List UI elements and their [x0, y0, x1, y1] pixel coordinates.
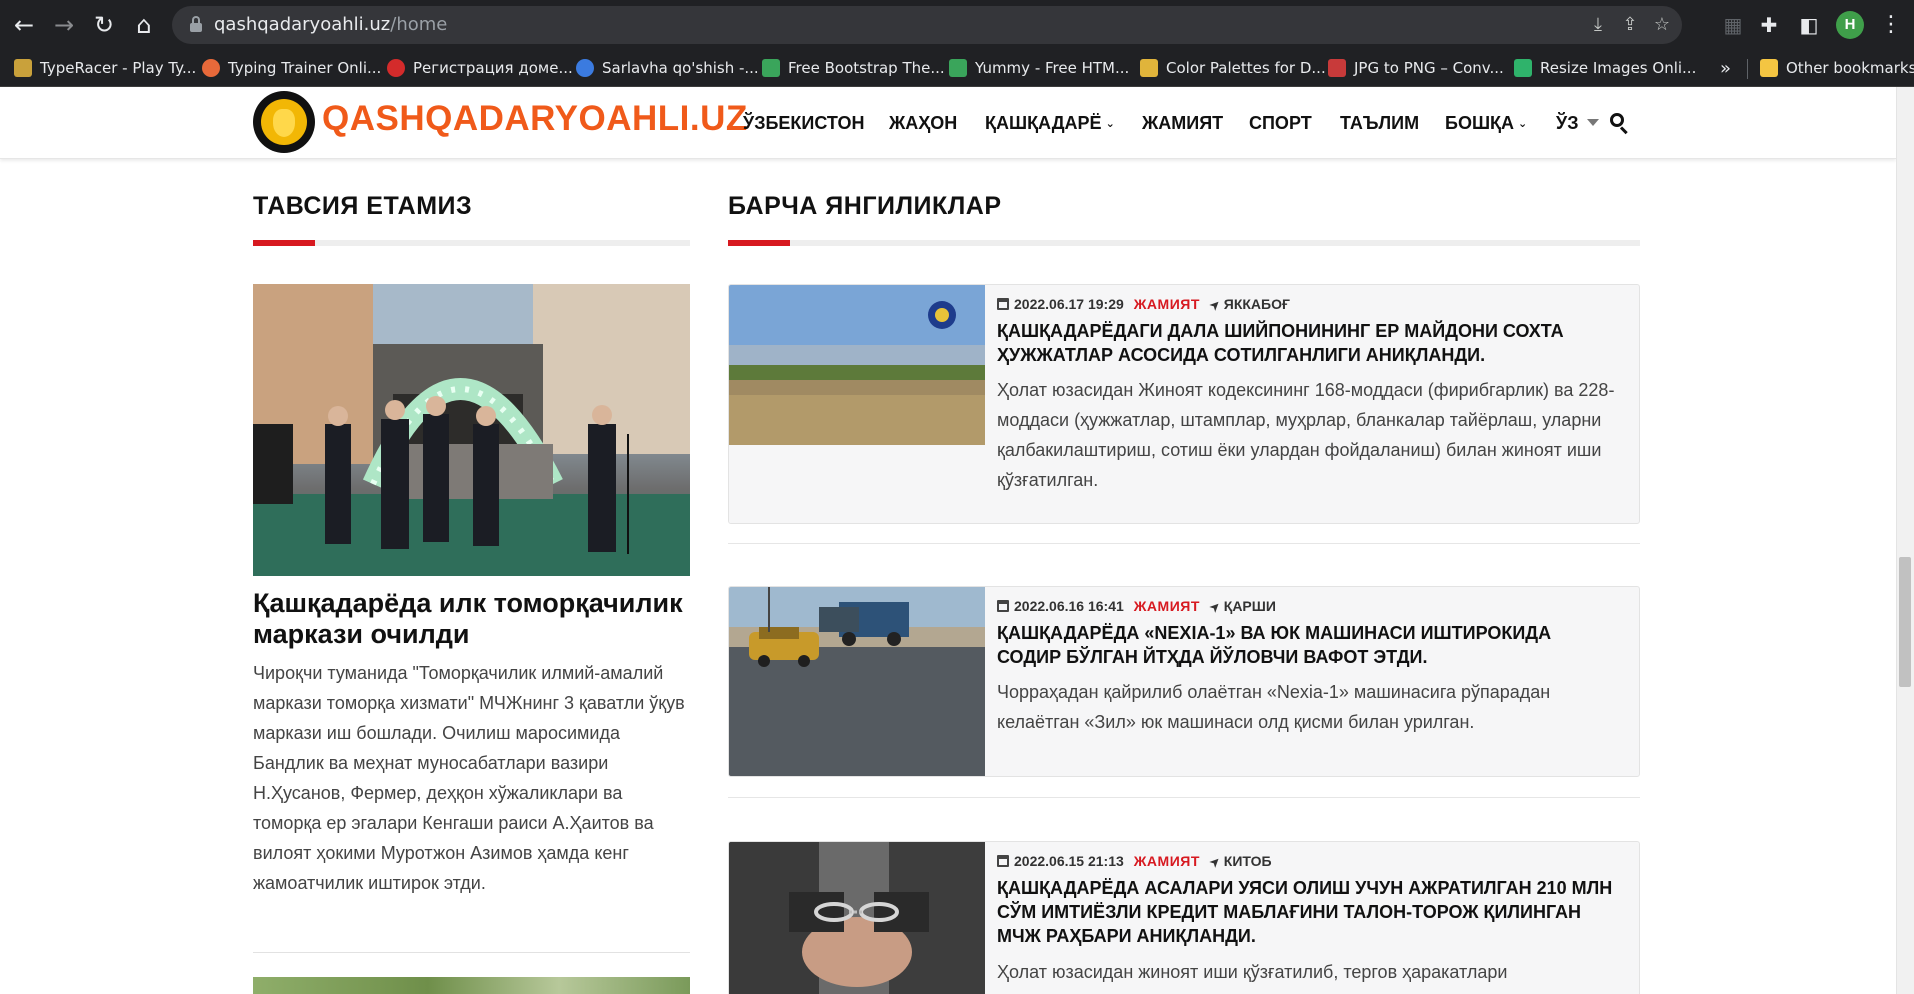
news-card[interactable]: 2022.06.16 16:41 ЖАМИЯТ ➤ҚАРШИ Қашқадарёда… [728, 586, 1640, 777]
bookmark-item[interactable]: Sarlavha qo'shish -... [576, 50, 759, 87]
lion-logo-icon[interactable] [253, 91, 315, 153]
calendar-icon [997, 600, 1009, 612]
bookmark-star-icon[interactable]: ☆ [1650, 13, 1674, 37]
calendar-icon [997, 298, 1009, 310]
location-link[interactable]: КИТОБ [1224, 853, 1272, 869]
news-meta: 2022.06.16 16:41 ЖАМИЯТ ➤ҚАРШИ [997, 598, 1276, 617]
address-bar[interactable]: qashqadaryoahli.uz/home ⤓ ⇪ ☆ [172, 6, 1682, 44]
nav-sport[interactable]: СПОРТ [1249, 87, 1312, 159]
search-icon[interactable] [1610, 113, 1630, 135]
back-arrow-icon[interactable]: ← [8, 9, 40, 41]
nav-uzbekistan[interactable]: ЎЗБЕКИСТОН [743, 87, 864, 159]
reload-icon[interactable]: ↻ [88, 9, 120, 41]
bookmark-item[interactable]: Color Palettes for D... [1140, 50, 1326, 87]
other-bookmarks[interactable]: Other bookmarks [1760, 50, 1914, 87]
bookmark-item[interactable]: Yummy - Free HTM... [949, 50, 1129, 87]
next-article-image[interactable] [253, 977, 690, 994]
nav-society[interactable]: ЖАМИЯТ [1142, 87, 1223, 159]
location-link[interactable]: ЯККАБОҒ [1224, 296, 1290, 312]
divider [728, 543, 1640, 544]
heading-underline [728, 240, 1640, 246]
more-bookmarks-chevron[interactable]: » [1720, 50, 1731, 87]
site-logo-text[interactable]: QASHQADARYOAHLI.UZ [322, 99, 748, 139]
heading-underline [253, 240, 690, 246]
side-panel-icon[interactable]: ◧ [1796, 12, 1822, 38]
bookmark-item[interactable]: Typing Trainer Onli... [202, 50, 381, 87]
extensions-puzzle-icon[interactable]: ✚ [1756, 12, 1782, 38]
news-thumbnail[interactable] [729, 842, 985, 994]
favicon-icon [1514, 59, 1532, 77]
install-app-icon[interactable]: ⤓ [1586, 13, 1610, 37]
forward-arrow-icon[interactable]: → [48, 9, 80, 41]
category-link[interactable]: ЖАМИЯТ [1134, 296, 1200, 312]
lock-icon[interactable] [190, 16, 202, 32]
news-excerpt: Чорраҳадан қайрилиб олаётган «Nexia-1» м… [997, 682, 1551, 732]
divider [728, 797, 1640, 798]
bookmark-item[interactable]: Resize Images Onli... [1514, 50, 1696, 87]
news-meta: 2022.06.15 21:13 ЖАМИЯТ ➤КИТОБ [997, 853, 1272, 872]
page-scrollbar[interactable] [1896, 87, 1914, 994]
extension-grid-icon[interactable]: ▦ [1720, 12, 1746, 38]
news-thumbnail[interactable] [729, 285, 985, 523]
browser-menu-icon[interactable]: ⋮ [1880, 11, 1902, 39]
nav-education[interactable]: ТАЪЛИМ [1340, 87, 1419, 159]
favicon-icon [762, 59, 780, 77]
news-title[interactable]: Қашқадарёда «Nexia-1» ва юк машинаси ишт… [997, 621, 1617, 669]
news-card[interactable]: 2022.06.17 19:29 ЖАМИЯТ ➤ЯККАБОҒ Қашқадарё… [728, 284, 1640, 524]
nav-world[interactable]: ЖАҲОН [889, 87, 957, 159]
divider [253, 952, 690, 953]
location-link[interactable]: ҚАРШИ [1224, 598, 1276, 614]
favicon-icon [1328, 59, 1346, 77]
caret-down-icon[interactable] [1587, 119, 1599, 126]
news-thumbnail[interactable] [729, 587, 985, 776]
location-arrow-icon: ➤ [1206, 296, 1225, 315]
calendar-icon [997, 855, 1009, 867]
bookmark-item[interactable]: Free Bootstrap The... [762, 50, 945, 87]
featured-article-image[interactable] [253, 284, 690, 576]
favicon-icon [576, 59, 594, 77]
chevron-down-icon: ⌄ [1518, 117, 1528, 130]
favicon-icon [1140, 59, 1158, 77]
news-title[interactable]: Қашқадарёдаги дала шийпонининг ер майдон… [997, 319, 1617, 367]
browser-toolbar: ← → ↻ ⌂ qashqadaryoahli.uz/home ⤓ ⇪ ☆ ▦ … [0, 0, 1914, 50]
news-title[interactable]: Қашқадарёда асалари уяси олиш учун ажрат… [997, 876, 1617, 948]
profile-avatar[interactable]: H [1836, 11, 1864, 39]
nav-other[interactable]: БОШҚА ⌄ [1445, 87, 1527, 159]
news-excerpt: Ҳолат юзасидан жиноят иши қўзғатилиб, те… [997, 962, 1508, 982]
share-icon[interactable]: ⇪ [1618, 13, 1642, 37]
nav-kashkadarya[interactable]: ҚАШҚАДАРЁ ⌄ [985, 87, 1115, 159]
url-text[interactable]: qashqadaryoahli.uz/home [214, 6, 447, 44]
category-link[interactable]: ЖАМИЯТ [1134, 853, 1200, 869]
scrollbar-thumb[interactable] [1899, 557, 1911, 687]
chevron-down-icon: ⌄ [1105, 117, 1115, 130]
all-news-heading: БАРЧА ЯНГИЛИКЛАР [728, 192, 1002, 220]
news-excerpt: Ҳолат юзасидан Жиноят кодексининг 168-мо… [997, 380, 1615, 490]
bookmark-item[interactable]: Регистрация доме... [387, 50, 573, 87]
favicon-icon [387, 59, 405, 77]
folder-icon [1760, 59, 1778, 77]
location-arrow-icon: ➤ [1206, 598, 1225, 617]
home-icon[interactable]: ⌂ [128, 9, 160, 41]
bookmark-item[interactable]: JPG to PNG – Conv... [1328, 50, 1504, 87]
featured-article-title[interactable]: Қашқадарёда илк томорқачилик маркази очи… [253, 588, 690, 650]
favicon-icon [949, 59, 967, 77]
recommended-heading: ТАВСИЯ ЕТАМИЗ [253, 192, 473, 220]
site-header: QASHQADARYOAHLI.UZ ЎЗБЕКИСТОН ЖАҲОН ҚАШҚ… [0, 87, 1896, 159]
bookmark-item[interactable]: TypeRacer - Play Ty... [14, 50, 196, 87]
favicon-icon [14, 59, 32, 77]
news-meta: 2022.06.17 19:29 ЖАМИЯТ ➤ЯККАБОҒ [997, 296, 1290, 315]
news-card[interactable]: 2022.06.15 21:13 ЖАМИЯТ ➤КИТОБ Қашқадарёда… [728, 841, 1640, 994]
featured-article-excerpt: Чироқчи туманида "Томорқачилик илмий-ама… [253, 663, 685, 893]
category-link[interactable]: ЖАМИЯТ [1134, 598, 1200, 614]
bookmarks-divider [1747, 59, 1748, 79]
language-select[interactable]: ЎЗ [1556, 87, 1578, 159]
favicon-icon [202, 59, 220, 77]
bookmarks-bar: TypeRacer - Play Ty... Typing Trainer On… [0, 50, 1914, 87]
location-arrow-icon: ➤ [1206, 853, 1225, 872]
